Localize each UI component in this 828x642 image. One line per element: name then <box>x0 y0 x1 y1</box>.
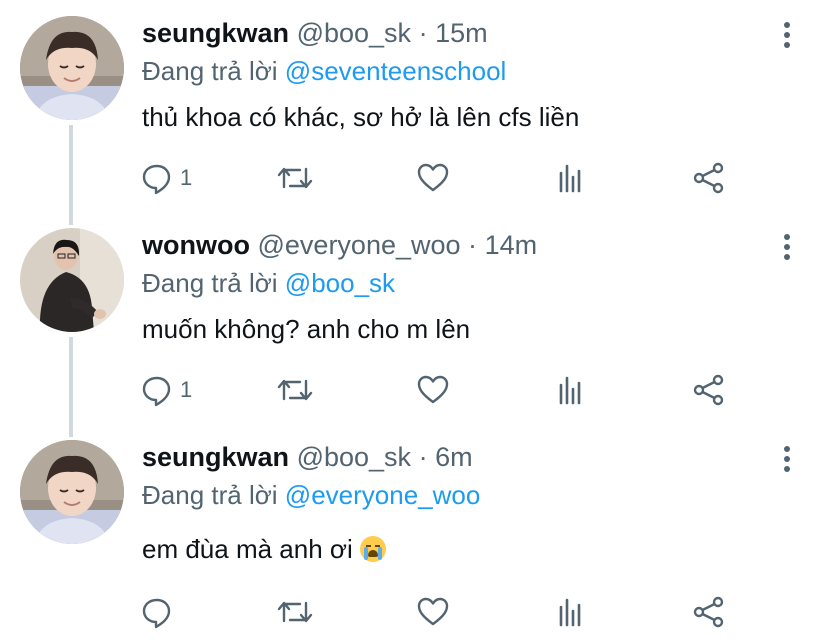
tweet-text: muốn không? anh cho m lên <box>142 314 471 344</box>
heart-icon <box>417 375 449 404</box>
tweet-header: wonwoo @everyone_woo · 14m <box>142 230 537 261</box>
share-button[interactable] <box>692 158 726 198</box>
retweet-button[interactable] <box>276 370 314 410</box>
replying-to-label: Đang trả lời <box>142 268 278 298</box>
more-options-icon[interactable] <box>777 22 797 52</box>
reply-icon <box>142 376 171 407</box>
tweet-header: seungkwan @boo_sk · 6m <box>142 442 473 473</box>
tweet-actions: 1 <box>140 158 740 198</box>
tweet-text-container: em đùa mà anh ơi <box>142 534 386 565</box>
separator-dot: · <box>418 442 428 472</box>
reply-icon <box>142 164 171 195</box>
share-button[interactable] <box>692 592 726 632</box>
replying-to: Đang trả lời @boo_sk <box>142 268 395 299</box>
tweet-text: thủ khoa có khác, sơ hở là lên cfs liền <box>142 102 580 132</box>
user-handle[interactable]: @boo_sk <box>297 442 411 472</box>
analytics-icon <box>559 164 581 193</box>
reply-icon <box>142 598 171 629</box>
retweet-button[interactable] <box>276 592 314 632</box>
mention-link[interactable]: @seventeenschool <box>285 56 507 86</box>
share-icon <box>693 374 724 406</box>
more-options-icon[interactable] <box>777 446 797 476</box>
replying-to: Đang trả lời @everyone_woo <box>142 480 480 511</box>
tweet[interactable]: seungkwan @boo_sk · 15m Đang trả lời @se… <box>0 0 828 212</box>
mention-link[interactable]: @boo_sk <box>285 268 395 298</box>
replying-to-label: Đang trả lời <box>142 56 278 86</box>
display-name[interactable]: wonwoo <box>142 230 250 260</box>
share-button[interactable] <box>692 370 726 410</box>
share-icon <box>693 596 724 628</box>
reply-count: 1 <box>180 377 193 402</box>
avatar[interactable] <box>20 16 124 120</box>
heart-icon <box>417 163 449 192</box>
tweet-actions <box>140 592 740 632</box>
tweet-text: em đùa mà anh ơi <box>142 534 353 564</box>
analytics-icon <box>559 376 581 405</box>
timestamp[interactable]: 6m <box>435 442 473 472</box>
user-handle[interactable]: @everyone_woo <box>258 230 461 260</box>
reply-button[interactable] <box>140 592 180 632</box>
avatar[interactable] <box>20 440 124 544</box>
share-icon <box>693 162 724 194</box>
analytics-button[interactable] <box>554 370 588 410</box>
more-options-icon[interactable] <box>777 234 797 264</box>
avatar[interactable] <box>20 228 124 332</box>
timestamp[interactable]: 14m <box>485 230 538 260</box>
analytics-button[interactable] <box>554 592 588 632</box>
analytics-icon <box>559 598 581 627</box>
tweet-actions: 1 <box>140 370 740 410</box>
separator-dot: · <box>468 230 478 260</box>
like-button[interactable] <box>416 370 450 410</box>
like-button[interactable] <box>416 158 450 198</box>
retweet-icon <box>277 167 313 189</box>
tweet[interactable]: wonwoo @everyone_woo · 14m Đang trả lời … <box>0 212 828 424</box>
tweet-header: seungkwan @boo_sk · 15m <box>142 18 488 49</box>
separator-dot: · <box>418 18 428 48</box>
analytics-button[interactable] <box>554 158 588 198</box>
display-name[interactable]: seungkwan <box>142 18 289 48</box>
reply-count: 1 <box>180 165 193 190</box>
reply-button[interactable]: 1 <box>140 370 192 410</box>
replying-to: Đang trả lời @seventeenschool <box>142 56 506 87</box>
tweet[interactable]: seungkwan @boo_sk · 6m Đang trả lời @eve… <box>0 424 828 642</box>
retweet-icon <box>277 379 313 401</box>
loudly-crying-face-icon <box>359 536 386 562</box>
timestamp[interactable]: 15m <box>435 18 488 48</box>
user-handle[interactable]: @boo_sk <box>297 18 411 48</box>
retweet-button[interactable] <box>276 158 314 198</box>
replying-to-label: Đang trả lời <box>142 480 278 510</box>
reply-button[interactable]: 1 <box>140 158 192 198</box>
retweet-icon <box>277 601 313 623</box>
mention-link[interactable]: @everyone_woo <box>285 480 481 510</box>
display-name[interactable]: seungkwan <box>142 442 289 472</box>
heart-icon <box>417 597 449 626</box>
like-button[interactable] <box>416 592 450 632</box>
